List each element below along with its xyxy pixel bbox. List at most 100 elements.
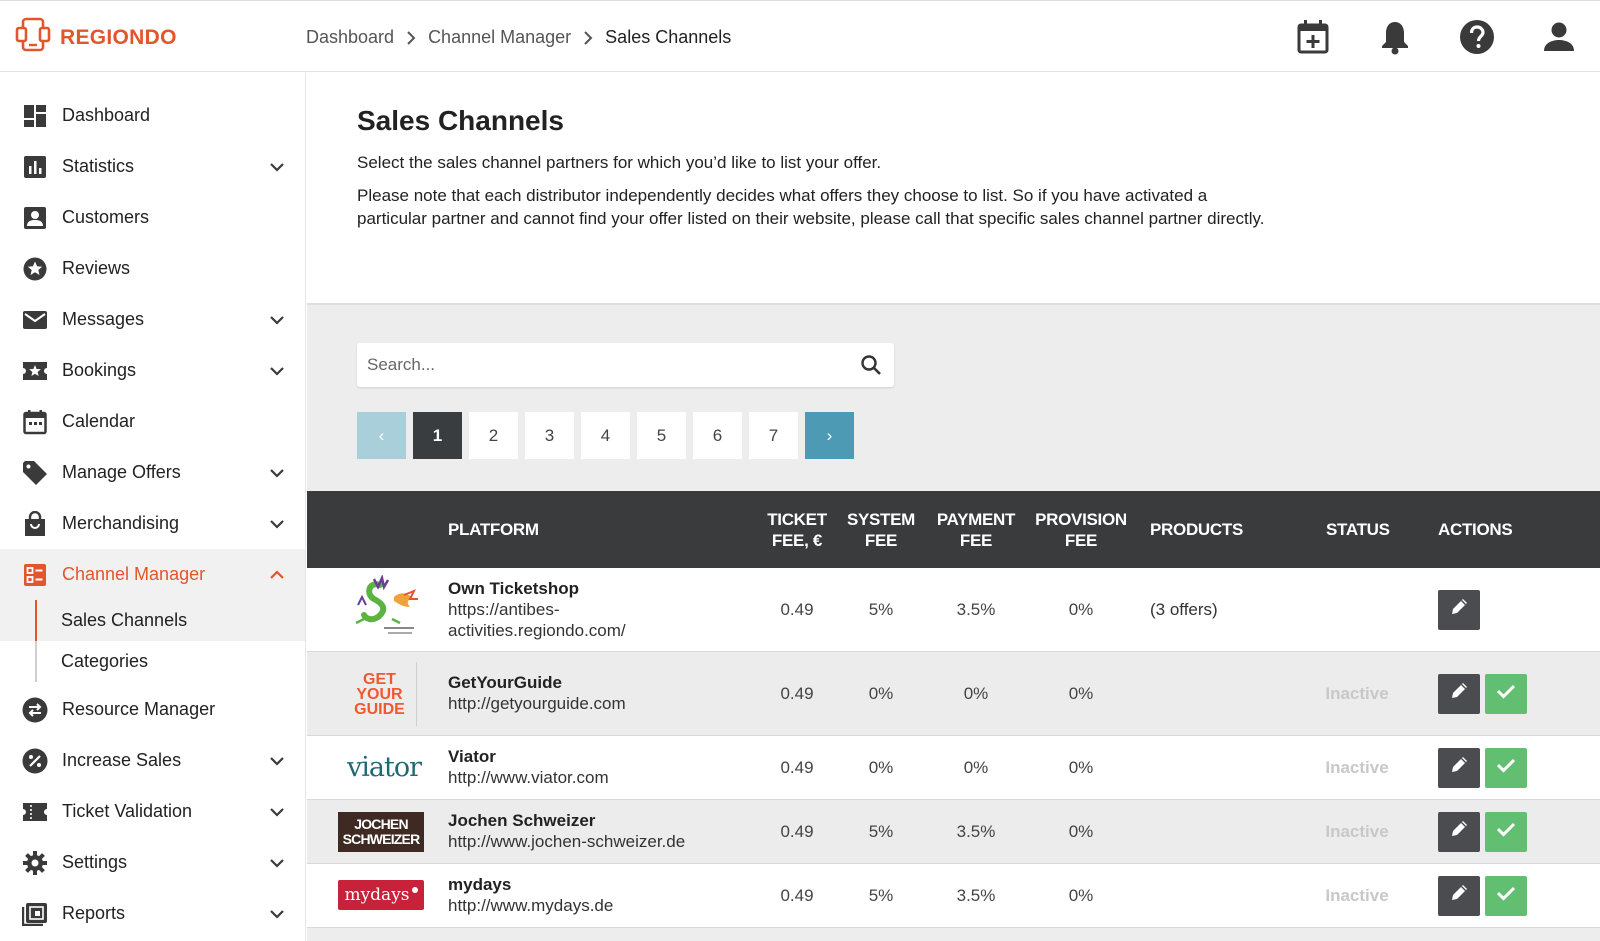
- sidebar-item-bookings[interactable]: Bookings: [0, 345, 305, 396]
- pencil-icon: [1449, 597, 1469, 622]
- chevron-down-icon: [269, 750, 285, 771]
- platform-url[interactable]: http://www.jochen-schweizer.de: [448, 831, 685, 852]
- header-actions: ACTIONS: [1438, 520, 1513, 539]
- sidebar-subitem-sales-channels[interactable]: Sales Channels: [0, 600, 305, 641]
- activate-button[interactable]: [1485, 811, 1527, 852]
- report-icon: [22, 901, 48, 927]
- gyg-logo-line2: YOUR: [356, 685, 403, 703]
- header-provision-fee-line1: PROVISION: [1035, 509, 1127, 529]
- sidebar-item-reviews[interactable]: Reviews: [0, 243, 305, 294]
- platform-url[interactable]: https://antibes-activities.regiondo.com/: [448, 599, 678, 641]
- sidebar-item-statistics[interactable]: Statistics: [0, 141, 305, 192]
- jochen-schweizer-logo: JOCHEN SCHWEIZER: [338, 812, 424, 852]
- activate-button[interactable]: [1485, 875, 1527, 916]
- header-status[interactable]: STATUS: [1326, 491, 1390, 568]
- pagination-page-6[interactable]: 6: [693, 412, 742, 459]
- sidebar-item-dashboard[interactable]: Dashboard: [0, 90, 305, 141]
- chevron-down-icon: [269, 462, 285, 483]
- pagination-page-7[interactable]: 7: [749, 412, 798, 459]
- sidebar-item-ticket-validation[interactable]: Ticket Validation: [0, 786, 305, 837]
- sidebar-item-messages[interactable]: Messages: [0, 294, 305, 345]
- platform-url[interactable]: http://www.viator.com: [448, 767, 609, 788]
- platform-cell: Viator http://www.viator.com: [448, 736, 609, 799]
- sidebar-item-manage-offers[interactable]: Manage Offers: [0, 447, 305, 498]
- header-system-fee[interactable]: SYSTEM FEE: [844, 491, 918, 568]
- breadcrumb-dashboard[interactable]: Dashboard: [306, 27, 394, 48]
- chevron-down-icon: [269, 903, 285, 924]
- chevron-right-icon: [583, 30, 593, 46]
- js-logo-line2: SCHWEIZER: [342, 831, 421, 847]
- breadcrumb-sales-channels: Sales Channels: [605, 27, 732, 47]
- regiondo-logo[interactable]: REGIONDO: [14, 15, 177, 60]
- pencil-icon: [1449, 681, 1469, 706]
- edit-button[interactable]: [1438, 747, 1480, 788]
- dragon-logo: [343, 574, 425, 640]
- swap-icon: [22, 697, 48, 723]
- pencil-icon: [1449, 819, 1469, 844]
- platform-cell: GetYourGuide http://getyourguide.com: [448, 652, 626, 735]
- pagination-page-3[interactable]: 3: [525, 412, 574, 459]
- chevron-down-icon: [269, 309, 285, 330]
- table-row: GET YOUR GUIDE GetYourGuide http://getyo…: [307, 652, 1600, 736]
- edit-button[interactable]: [1438, 875, 1480, 916]
- viator-logo-text: viator: [347, 751, 422, 783]
- pagination-prev-button[interactable]: ‹: [357, 412, 406, 459]
- platform-name: mydays: [448, 875, 512, 894]
- sidebar-item-merchandising[interactable]: Merchandising: [0, 498, 305, 549]
- sidebar-item-label: Resource Manager: [62, 699, 216, 719]
- platform-name: Viator: [448, 747, 496, 766]
- dashboard-icon: [22, 103, 48, 129]
- calendar-icon: [22, 409, 48, 435]
- platform-url[interactable]: http://www.mydays.de: [448, 895, 613, 916]
- edit-button[interactable]: [1438, 589, 1480, 630]
- header-ticket-fee[interactable]: TICKET FEE, €: [760, 491, 834, 568]
- ticket-star-icon: [22, 358, 48, 384]
- activate-button[interactable]: [1485, 673, 1527, 714]
- header-products[interactable]: PRODUCTS: [1150, 491, 1243, 568]
- header-platform[interactable]: PLATFORM: [448, 491, 539, 568]
- pagination-page-4[interactable]: 4: [581, 412, 630, 459]
- sidebar-item-channel-manager[interactable]: Channel Manager: [0, 549, 305, 600]
- status-badge: Inactive: [1325, 757, 1389, 777]
- calendar-add-icon[interactable]: [1272, 15, 1354, 59]
- header-provision-fee[interactable]: PROVISION FEE: [1033, 491, 1129, 568]
- edit-button[interactable]: [1438, 673, 1480, 714]
- system-fee-cell: 5%: [868, 821, 894, 841]
- header-payment-fee[interactable]: PAYMENT FEE: [933, 491, 1019, 568]
- actions-cell: [1438, 568, 1480, 651]
- activate-button[interactable]: [1485, 747, 1527, 788]
- sidebar-item-calendar[interactable]: Calendar: [0, 396, 305, 447]
- account-icon[interactable]: [1518, 15, 1600, 59]
- bar-chart-icon: [22, 154, 48, 180]
- sidebar-item-resource-manager[interactable]: Resource Manager: [0, 684, 305, 735]
- platform-url[interactable]: http://getyourguide.com: [448, 693, 626, 714]
- sidebar-subitem-categories[interactable]: Categories: [0, 641, 305, 682]
- breadcrumb-channel-manager[interactable]: Channel Manager: [428, 27, 571, 48]
- intro-section: Sales Channels Select the sales channel …: [307, 73, 1600, 305]
- pagination-page-5[interactable]: 5: [637, 412, 686, 459]
- provision-fee-cell: 0%: [1068, 885, 1094, 905]
- search-icon[interactable]: [860, 354, 882, 381]
- help-icon[interactable]: [1436, 15, 1518, 59]
- products-cell[interactable]: (3 offers): [1150, 568, 1218, 651]
- search-input[interactable]: [357, 343, 837, 387]
- intro-text-2: Please note that each distributor indepe…: [357, 186, 1265, 228]
- submenu-categories-wrap: Categories: [0, 641, 305, 682]
- pagination-next-button[interactable]: ›: [805, 412, 854, 459]
- sidebar-item-reports[interactable]: Reports: [0, 888, 305, 939]
- pagination-page-2[interactable]: 2: [469, 412, 518, 459]
- ticket-icon: [22, 799, 48, 825]
- table-row: JOCHEN SCHWEIZER Jochen Schweizer http:/…: [307, 800, 1600, 864]
- sidebar-item-label: Ticket Validation: [62, 801, 193, 821]
- sidebar-item-customers[interactable]: Customers: [0, 192, 305, 243]
- sidebar-item-label: Manage Offers: [62, 462, 181, 482]
- pencil-icon: [1449, 883, 1469, 908]
- sidebar-item-increase-sales[interactable]: Increase Sales: [0, 735, 305, 786]
- sidebar-item-settings[interactable]: Settings: [0, 837, 305, 888]
- edit-button[interactable]: [1438, 811, 1480, 852]
- platform-name: GetYourGuide: [448, 673, 562, 692]
- sidebar-item-label: Dashboard: [62, 105, 151, 125]
- bell-icon[interactable]: [1354, 15, 1436, 59]
- search-box: [357, 343, 894, 387]
- pagination-page-1[interactable]: 1: [413, 412, 462, 459]
